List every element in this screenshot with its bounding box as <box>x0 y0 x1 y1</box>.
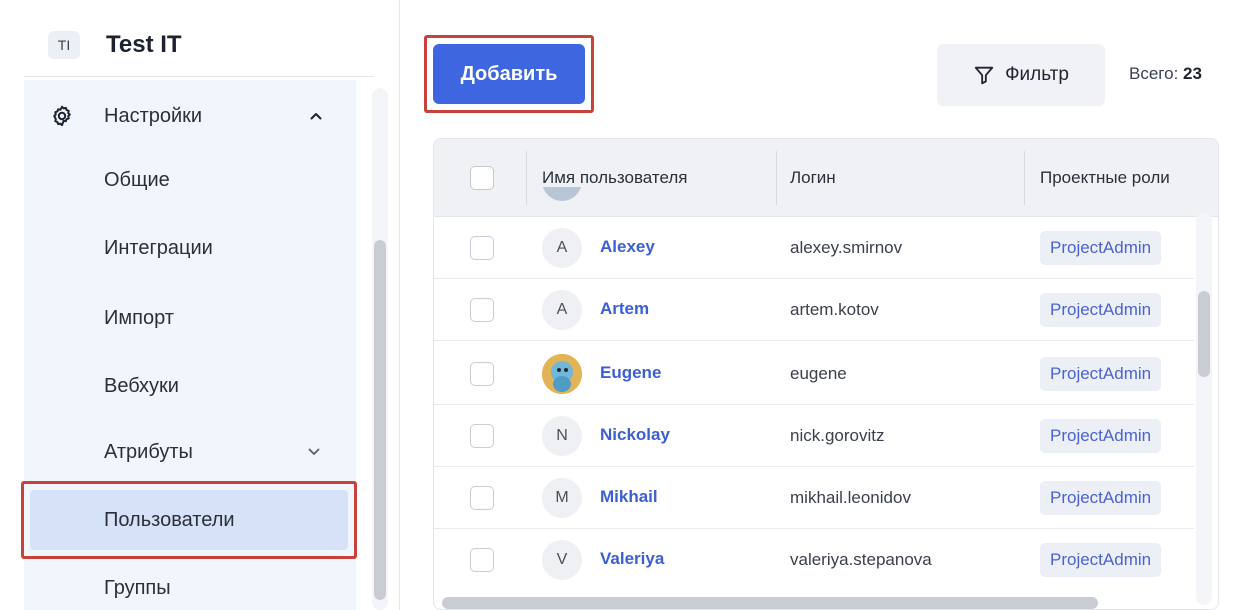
sidebar-item-label: Импорт <box>104 306 174 329</box>
column-divider <box>526 151 527 205</box>
filter-label: Фильтр <box>1005 64 1069 85</box>
filter-icon <box>974 66 994 85</box>
sidebar-item-import[interactable]: Импорт <box>24 286 356 350</box>
user-name-link[interactable]: Alexey <box>600 237 655 257</box>
user-login: mikhail.leonidov <box>790 488 911 507</box>
sidebar-item-general[interactable]: Общие <box>24 148 356 212</box>
chevron-down-icon <box>308 448 320 455</box>
org-header: TI Test IT <box>0 0 400 80</box>
user-name-link[interactable]: Nickolay <box>600 425 670 445</box>
table-horizontal-scrollbar-thumb[interactable] <box>442 597 1098 609</box>
filter-button[interactable]: Фильтр <box>937 44 1105 106</box>
sidebar-item-settings[interactable]: Настройки <box>24 84 356 148</box>
gear-icon <box>53 105 71 127</box>
sidebar-item-users[interactable]: Пользователи <box>30 490 348 550</box>
avatar: A <box>542 290 582 330</box>
sidebar-item-label: Атрибуты <box>104 440 193 463</box>
user-login: eugene <box>790 364 847 383</box>
row-checkbox[interactable] <box>470 486 494 510</box>
add-button[interactable]: Добавить <box>433 44 585 104</box>
table-row[interactable]: A Alexey alexey.smirnov ProjectAdmin <box>434 217 1194 279</box>
sidebar-item-label: Настройки <box>104 104 203 127</box>
row-checkbox[interactable] <box>470 548 494 572</box>
role-badge: ProjectAdmin <box>1040 419 1162 453</box>
sidebar-item-label: Интеграции <box>104 236 213 259</box>
row-checkbox[interactable] <box>470 298 494 322</box>
org-name: Test IT <box>106 31 182 58</box>
role-badge: ProjectAdmin <box>1040 231 1162 265</box>
table-row[interactable]: N Nickolay nick.gorovitz ProjectAdmin <box>434 405 1194 467</box>
avatar <box>542 187 582 215</box>
org-badge: TI <box>48 31 80 59</box>
table-row[interactable]: Eugene eugene ProjectAdmin <box>434 343 1194 405</box>
role-badge: ProjectAdmin <box>1040 481 1162 515</box>
total-label: Всего: <box>1129 64 1179 83</box>
table-vertical-scrollbar-track[interactable] <box>1196 213 1212 605</box>
role-badge: ProjectAdmin <box>1040 357 1162 391</box>
users-table: Имя пользователя Логин Проектные роли A … <box>433 138 1219 610</box>
avatar: V <box>542 540 582 580</box>
avatar: M <box>542 478 582 518</box>
role-badge: ProjectAdmin <box>1040 543 1162 577</box>
sidebar-item-label: Пользователи <box>104 508 235 531</box>
table-row[interactable]: A Artem artem.kotov ProjectAdmin <box>434 279 1194 341</box>
sidebar-item-attributes[interactable]: Атрибуты <box>24 420 356 484</box>
main-content: Добавить Фильтр Всего: 23 Имя пользовате… <box>401 0 1244 610</box>
chevron-up-icon <box>310 113 322 120</box>
user-name-link[interactable]: Artem <box>600 299 649 319</box>
column-header-project-roles[interactable]: Проектные роли <box>1040 139 1170 217</box>
sidebar-item-label: Группы <box>104 576 171 599</box>
avatar-image <box>542 354 582 394</box>
avatar: N <box>542 416 582 456</box>
avatar: A <box>542 228 582 268</box>
user-login: alexey.smirnov <box>790 238 903 257</box>
column-divider <box>776 151 777 205</box>
user-login: nick.gorovitz <box>790 426 885 445</box>
select-all-cell <box>470 139 494 217</box>
user-name-link[interactable]: Mikhail <box>600 487 658 507</box>
divider <box>24 76 374 77</box>
sidebar-item-integrations[interactable]: Интеграции <box>24 216 356 280</box>
table-row[interactable]: M Mikhail mikhail.leonidov ProjectAdmin <box>434 467 1194 529</box>
sidebar-item-groups[interactable]: Группы <box>24 556 356 610</box>
sidebar-item-label: Общие <box>104 168 170 191</box>
avatar-picture-icon <box>542 354 582 394</box>
sidebar: TI Test IT Настройки Общие Интеграции Им… <box>0 0 400 610</box>
role-badge: ProjectAdmin <box>1040 293 1162 327</box>
column-divider <box>1024 151 1025 205</box>
user-login: valeriya.stepanova <box>790 550 932 569</box>
sidebar-item-label: Вебхуки <box>104 374 179 397</box>
sidebar-scrollbar-thumb[interactable] <box>374 240 386 600</box>
sidebar-item-webhooks[interactable]: Вебхуки <box>24 354 356 418</box>
column-header-login[interactable]: Логин <box>790 139 836 217</box>
row-checkbox[interactable] <box>470 424 494 448</box>
total-value: 23 <box>1183 64 1202 83</box>
row-checkbox[interactable] <box>470 362 494 386</box>
select-all-checkbox[interactable] <box>470 166 494 190</box>
row-checkbox[interactable] <box>470 236 494 260</box>
table-row[interactable]: V Valeriya valeriya.stepanova ProjectAdm… <box>434 529 1194 591</box>
total-count: Всего: 23 <box>1129 64 1202 84</box>
user-name-link[interactable]: Eugene <box>600 363 661 383</box>
user-login: artem.kotov <box>790 300 879 319</box>
table-vertical-scrollbar-thumb[interactable] <box>1198 291 1210 377</box>
user-name-link[interactable]: Valeriya <box>600 549 664 569</box>
